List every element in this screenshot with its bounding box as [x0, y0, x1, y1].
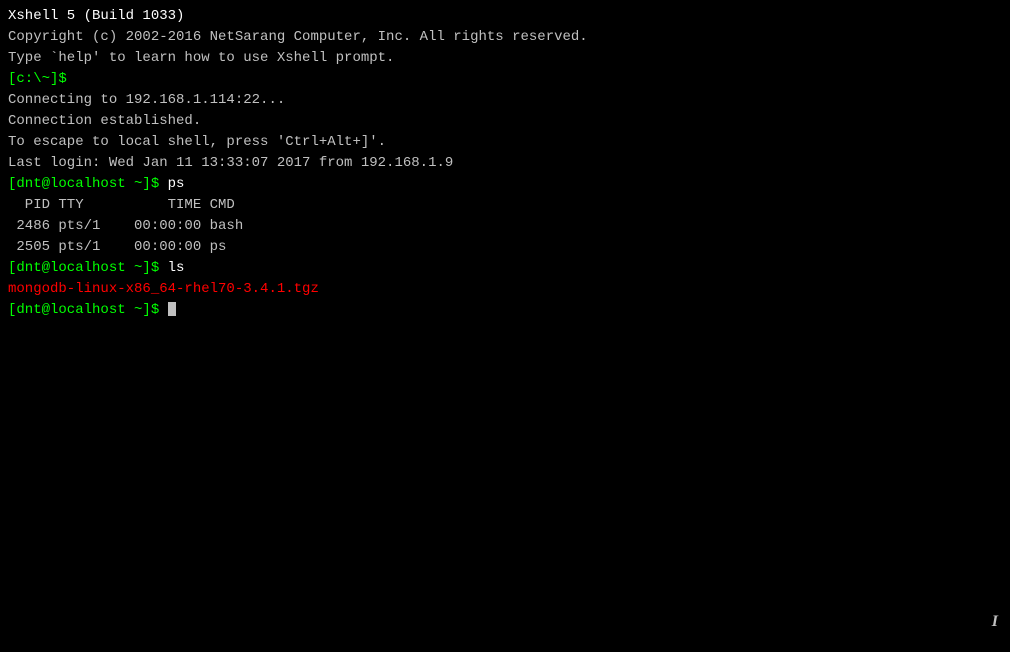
terminal-line-ps-row2: 2505 pts/1 00:00:00 ps: [8, 237, 1002, 258]
terminal-line-ps-row1: 2486 pts/1 00:00:00 bash: [8, 216, 1002, 237]
terminal-line-prompt-ps: [dnt@localhost ~]$ ps: [8, 174, 1002, 195]
terminal-window[interactable]: Xshell 5 (Build 1033)Copyright (c) 2002-…: [0, 0, 1010, 652]
terminal-line-local-prompt: [c:\~]$: [8, 69, 1002, 90]
terminal-line-title: Xshell 5 (Build 1033): [8, 6, 1002, 27]
terminal-line-ps-header: PID TTY TIME CMD: [8, 195, 1002, 216]
terminal-line-prompt-current: [dnt@localhost ~]$: [8, 300, 1002, 321]
terminal-line-ls-output: mongodb-linux-x86_64-rhel70-3.4.1.tgz: [8, 279, 1002, 300]
terminal-line-escape-hint: To escape to local shell, press 'Ctrl+Al…: [8, 132, 1002, 153]
terminal-line-connecting: Connecting to 192.168.1.114:22...: [8, 90, 1002, 111]
mouse-cursor-indicator: I: [992, 610, 998, 634]
terminal-line-prompt-ls: [dnt@localhost ~]$ ls: [8, 258, 1002, 279]
terminal-line-copyright: Copyright (c) 2002-2016 NetSarang Comput…: [8, 27, 1002, 48]
terminal-line-established: Connection established.: [8, 111, 1002, 132]
terminal-line-help-hint: Type `help' to learn how to use Xshell p…: [8, 48, 1002, 69]
terminal-cursor: [168, 302, 176, 316]
terminal-line-last-login: Last login: Wed Jan 11 13:33:07 2017 fro…: [8, 153, 1002, 174]
